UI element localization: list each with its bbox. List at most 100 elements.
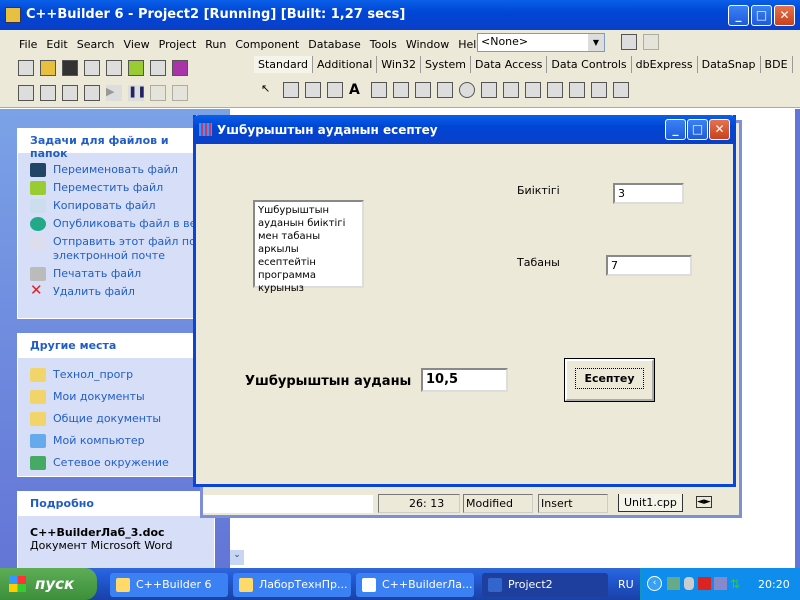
- dialog-maximize-button[interactable]: □: [687, 119, 708, 140]
- menu-run[interactable]: Run: [205, 38, 226, 51]
- pointer-icon[interactable]: ↖: [261, 82, 277, 98]
- new-icon[interactable]: [18, 60, 34, 76]
- place-network[interactable]: Сетевое окружение: [18, 454, 214, 472]
- pause-icon[interactable]: ❚❚: [128, 85, 146, 101]
- task-copy[interactable]: Копировать файл: [18, 197, 214, 215]
- task-memo[interactable]: Үшбурыштын ауданын биіктігі мен табаны а…: [253, 200, 364, 294]
- height-input[interactable]: 3: [613, 183, 684, 204]
- details-filetype: Документ Microsoft Word: [30, 539, 173, 552]
- open-project-icon[interactable]: [106, 60, 122, 76]
- tab-unit1-cpp[interactable]: Unit1.cpp: [618, 494, 683, 512]
- taskbar-item-cpp-builder[interactable]: C++Builder 6: [110, 573, 228, 597]
- taskbar-item-folder[interactable]: ЛаборТехнПр...: [233, 573, 351, 597]
- tab-additional[interactable]: Additional: [313, 56, 378, 73]
- network-tray-icon[interactable]: [667, 577, 680, 590]
- dialog-close-button[interactable]: ✕: [709, 119, 730, 140]
- view-unit-icon[interactable]: [18, 85, 34, 101]
- tab-data-access[interactable]: Data Access: [471, 56, 548, 73]
- combobox-icon[interactable]: [503, 82, 519, 98]
- help-book-icon[interactable]: [172, 60, 188, 76]
- menu-view[interactable]: View: [124, 38, 150, 51]
- groupbox-icon[interactable]: [547, 82, 563, 98]
- remove-file-icon[interactable]: [150, 60, 166, 76]
- radiogroup-icon[interactable]: [569, 82, 585, 98]
- bluetooth-icon[interactable]: [684, 577, 694, 590]
- close-button[interactable]: ✕: [774, 5, 795, 26]
- view-form-icon[interactable]: [40, 85, 56, 101]
- save-icon[interactable]: [62, 60, 78, 76]
- start-button[interactable]: пуск: [0, 568, 97, 600]
- task-move[interactable]: Переместить файл: [18, 179, 214, 197]
- tab-standard[interactable]: Standard: [254, 56, 314, 73]
- place-shared-documents[interactable]: Общие документы: [18, 410, 214, 432]
- add-file-icon[interactable]: [128, 60, 144, 76]
- step-over-icon[interactable]: [172, 85, 188, 101]
- menu-component[interactable]: Component: [235, 38, 299, 51]
- tab-datasnap[interactable]: DataSnap: [698, 56, 761, 73]
- menu-file[interactable]: File: [19, 38, 37, 51]
- task-print[interactable]: Печатать файл: [18, 265, 214, 283]
- actionlist-icon[interactable]: [613, 82, 629, 98]
- label-icon[interactable]: A: [349, 82, 365, 98]
- scrollbar-icon[interactable]: [525, 82, 541, 98]
- config-select[interactable]: <None> ▼: [477, 33, 605, 52]
- clock[interactable]: 20:20: [758, 578, 790, 591]
- edit-icon[interactable]: [371, 82, 387, 98]
- panel-icon[interactable]: [591, 82, 607, 98]
- listbox-icon[interactable]: [481, 82, 497, 98]
- radiobutton-icon[interactable]: [459, 82, 475, 98]
- area-output[interactable]: 10,5: [421, 368, 508, 392]
- menu-window[interactable]: Window: [406, 38, 449, 51]
- modified-status: Modified: [463, 494, 533, 513]
- frame-icon[interactable]: [283, 82, 299, 98]
- minimize-button[interactable]: _: [728, 5, 749, 26]
- new-form-icon[interactable]: [84, 85, 100, 101]
- run-icon[interactable]: ▶: [106, 85, 122, 101]
- taskbar-item-word-doc[interactable]: C++BuilderЛа...: [356, 573, 474, 597]
- mainmenu-icon[interactable]: [305, 82, 321, 98]
- tab-win32[interactable]: Win32: [377, 56, 421, 73]
- menu-edit[interactable]: Edit: [46, 38, 67, 51]
- taskbar-item-project2[interactable]: Project2: [482, 573, 608, 597]
- tab-dbexpress[interactable]: dbExpress: [632, 56, 698, 73]
- toggle-form-icon[interactable]: [62, 85, 78, 101]
- popupmenu-icon[interactable]: [327, 82, 343, 98]
- tab-system[interactable]: System: [421, 56, 471, 73]
- menu-database[interactable]: Database: [308, 38, 361, 51]
- language-indicator[interactable]: RU: [618, 578, 634, 591]
- dialog-minimize-button[interactable]: _: [665, 119, 686, 140]
- save-all-icon[interactable]: [84, 60, 100, 76]
- config-select-value: <None>: [481, 35, 529, 48]
- place-folder[interactable]: Технол_прогр: [18, 366, 214, 388]
- task-delete[interactable]: ✕ Удалить файл: [18, 283, 214, 301]
- maximize-button[interactable]: □: [751, 5, 772, 26]
- calculate-button[interactable]: Есептеу: [564, 358, 655, 402]
- scroll-down-button[interactable]: ⌄: [230, 550, 244, 565]
- menu-search[interactable]: Search: [77, 38, 115, 51]
- button-icon[interactable]: [415, 82, 431, 98]
- standard-toolbar: [15, 60, 191, 76]
- task-rename[interactable]: Переименовать файл: [18, 161, 214, 179]
- show-hidden-icons-button[interactable]: ‹: [647, 576, 662, 591]
- folder-icon: [30, 412, 46, 426]
- window-list-icon[interactable]: [621, 34, 637, 50]
- memo-icon[interactable]: [393, 82, 409, 98]
- tab-data-controls[interactable]: Data Controls: [547, 56, 632, 73]
- display-icon[interactable]: [714, 577, 727, 590]
- menu-project[interactable]: Project: [159, 38, 197, 51]
- checkbox-icon[interactable]: [437, 82, 453, 98]
- antivirus-icon[interactable]: [698, 577, 711, 590]
- base-input[interactable]: 7: [606, 255, 692, 276]
- task-email[interactable]: Отправить этот файл по электронной почте: [18, 233, 214, 265]
- tab-bde[interactable]: BDE: [761, 56, 793, 73]
- tab-scroll-arrows[interactable]: ◄►: [696, 496, 712, 508]
- updates-icon[interactable]: ⇅: [730, 577, 741, 591]
- area-label: Ушбурыштын ауданы: [245, 374, 412, 389]
- task-publish[interactable]: Опубликовать файл в вебе: [18, 215, 214, 233]
- trace-into-icon[interactable]: [150, 85, 166, 101]
- place-my-computer[interactable]: Мой компьютер: [18, 432, 214, 454]
- menu-tools[interactable]: Tools: [370, 38, 397, 51]
- open-icon[interactable]: [40, 60, 56, 76]
- component-palette-tabs: Standard Additional Win32 System Data Access…: [254, 56, 800, 73]
- place-my-documents[interactable]: Мои документы: [18, 388, 214, 410]
